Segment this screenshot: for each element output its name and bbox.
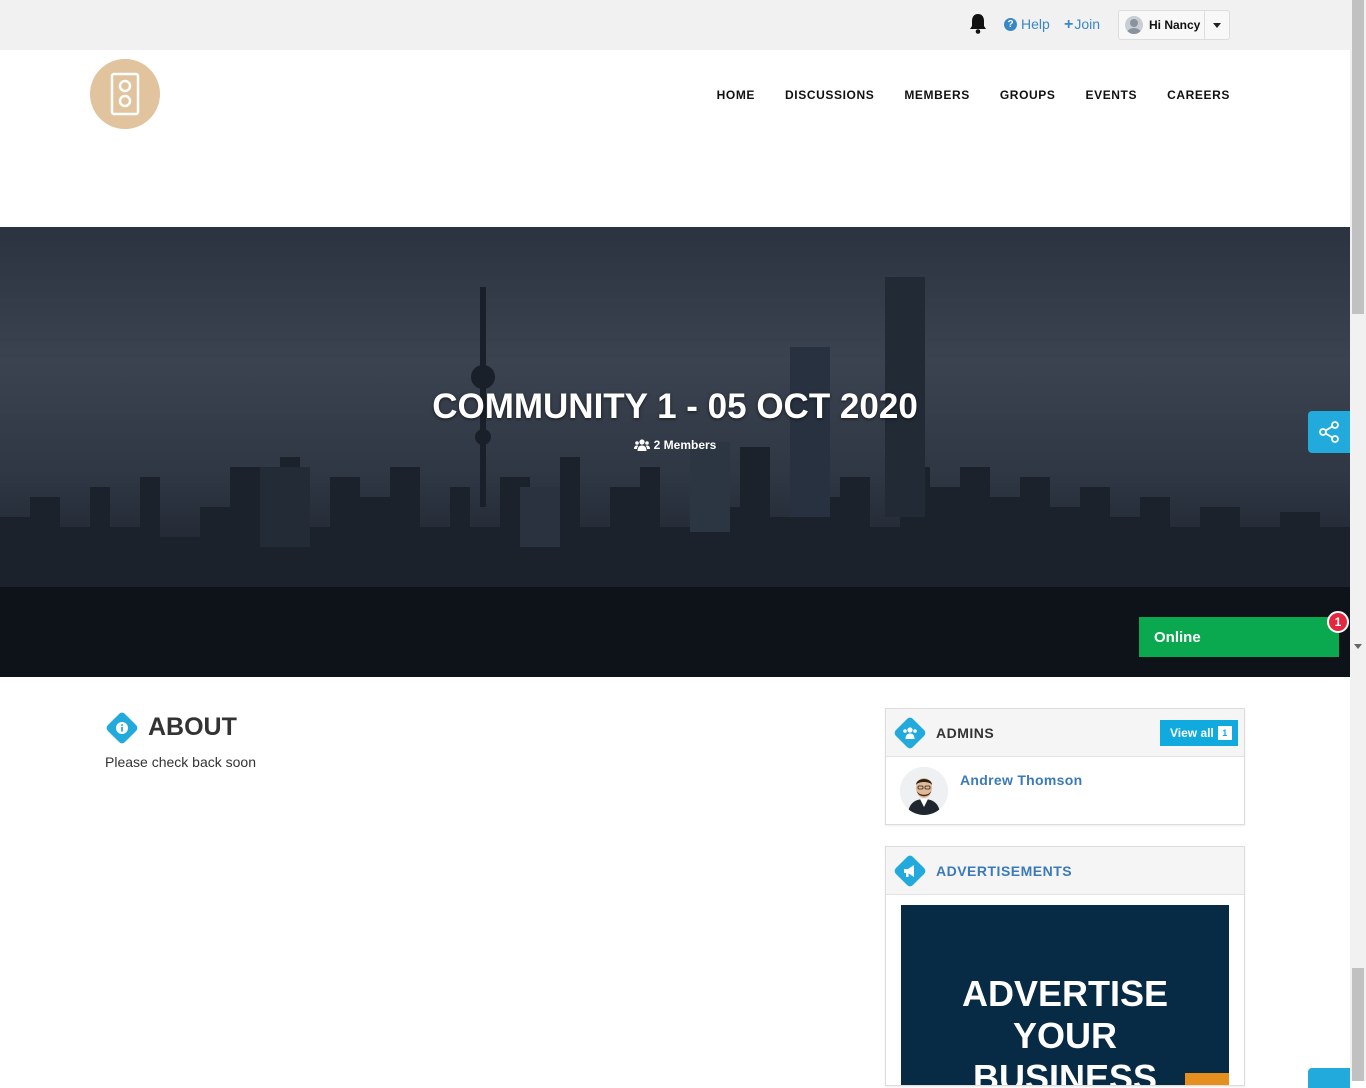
nav-discussions[interactable]: DISCUSSIONS bbox=[785, 88, 874, 102]
admin-list-item[interactable]: Andrew Thomson bbox=[886, 757, 1244, 825]
admins-panel-header: ADMINS View all 1 bbox=[886, 709, 1244, 757]
bell-icon[interactable] bbox=[968, 13, 988, 35]
ad-corner-accent bbox=[1185, 1073, 1229, 1085]
online-chat-tab[interactable]: Online 1 bbox=[1139, 611, 1349, 657]
ad-text: ADVERTISE YOUR BUSINESS bbox=[901, 973, 1229, 1085]
help-link[interactable]: ? Help bbox=[1004, 16, 1050, 32]
view-all-label: View all bbox=[1170, 726, 1214, 740]
scroll-down-arrow-icon[interactable] bbox=[1354, 644, 1362, 649]
hero-banner: COMMUNITY 1 - 05 OCT 2020 2 Members bbox=[0, 227, 1350, 677]
online-label: Online bbox=[1154, 629, 1201, 646]
share-icon bbox=[1319, 421, 1339, 443]
members-count[interactable]: 2 Members bbox=[0, 438, 1350, 452]
nav-members[interactable]: MEMBERS bbox=[904, 88, 970, 102]
info-icon bbox=[105, 711, 139, 745]
user-avatar-icon bbox=[1125, 16, 1143, 34]
group-icon bbox=[893, 716, 927, 750]
chevron-down-icon[interactable] bbox=[1204, 11, 1229, 39]
nav-events[interactable]: EVENTS bbox=[1085, 88, 1137, 102]
users-icon bbox=[633, 439, 650, 451]
user-greeting: Hi Nancy bbox=[1149, 18, 1201, 32]
advertisement-banner[interactable]: ADVERTISE YOUR BUSINESS bbox=[901, 905, 1229, 1085]
admin-name-link[interactable]: Andrew Thomson bbox=[960, 772, 1082, 788]
about-text: Please check back soon bbox=[105, 754, 256, 770]
join-link[interactable]: +Join bbox=[1064, 16, 1100, 34]
city-skyline-image bbox=[0, 277, 1350, 677]
admins-title: ADMINS bbox=[936, 725, 995, 741]
speaker-icon bbox=[110, 72, 140, 116]
members-label: 2 Members bbox=[653, 438, 717, 452]
top-bar: ? Help +Join Hi Nancy bbox=[0, 0, 1350, 50]
scrollbar-thumb-lower[interactable] bbox=[1352, 968, 1364, 1081]
online-count-badge: 1 bbox=[1327, 611, 1349, 633]
join-label: Join bbox=[1074, 16, 1101, 32]
nav-careers[interactable]: CAREERS bbox=[1167, 88, 1230, 102]
ad-line-1: ADVERTISE bbox=[961, 973, 1169, 1014]
admins-panel: ADMINS View all 1 Andrew Thomson bbox=[885, 708, 1245, 825]
admin-avatar[interactable] bbox=[900, 767, 948, 815]
about-heading: ABOUT bbox=[148, 713, 237, 741]
site-logo[interactable] bbox=[90, 59, 160, 129]
user-menu[interactable]: Hi Nancy bbox=[1118, 10, 1230, 40]
bottom-floating-button[interactable] bbox=[1308, 1068, 1350, 1088]
community-title: COMMUNITY 1 - 05 OCT 2020 bbox=[432, 387, 918, 426]
question-icon: ? bbox=[1004, 17, 1017, 31]
ad-line-2: YOUR bbox=[1012, 1015, 1117, 1056]
plus-icon: + bbox=[1064, 16, 1074, 33]
view-all-admins-button[interactable]: View all 1 bbox=[1160, 720, 1238, 746]
advertisements-title: ADVERTISEMENTS bbox=[936, 863, 1073, 879]
nav-home[interactable]: HOME bbox=[717, 88, 755, 102]
share-button[interactable] bbox=[1308, 411, 1350, 453]
megaphone-icon bbox=[893, 854, 927, 888]
advertisements-panel: ADVERTISEMENTS ADVERTISE YOUR BUSINESS bbox=[885, 846, 1245, 1086]
nav-groups[interactable]: GROUPS bbox=[1000, 88, 1056, 102]
view-all-count: 1 bbox=[1217, 726, 1232, 740]
help-label: Help bbox=[1021, 16, 1050, 32]
main-nav: HOME DISCUSSIONS MEMBERS GROUPS EVENTS C… bbox=[717, 88, 1230, 102]
scrollbar-thumb[interactable] bbox=[1352, 0, 1364, 314]
advertisements-panel-header: ADVERTISEMENTS bbox=[886, 847, 1244, 895]
